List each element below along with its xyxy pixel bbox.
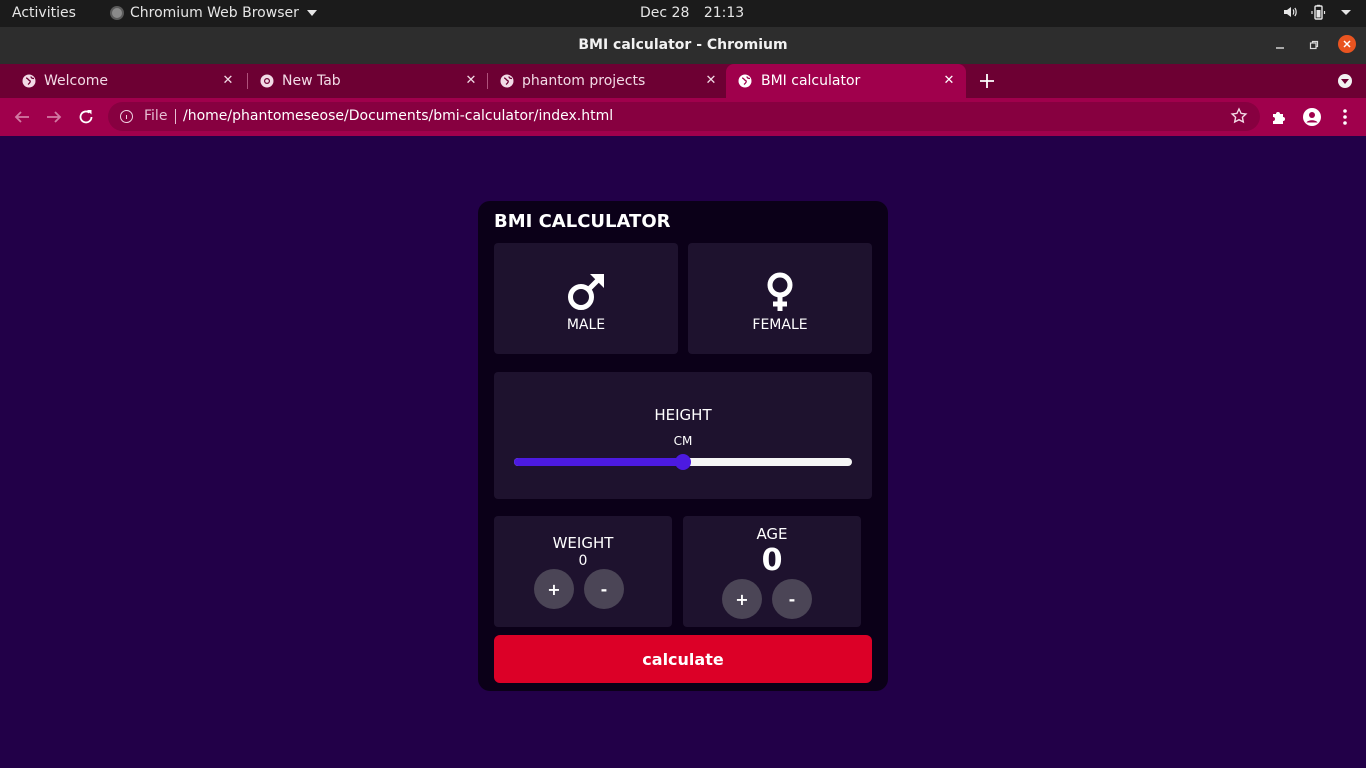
tab-label: BMI calculator (761, 73, 861, 89)
restore-icon (1309, 40, 1319, 50)
tab-welcome[interactable]: Welcome ✕ (0, 64, 245, 98)
back-button[interactable] (11, 106, 33, 128)
omnibox-divider (175, 109, 176, 124)
system-tray[interactable] (1282, 4, 1354, 20)
profile-avatar-icon[interactable] (1302, 107, 1322, 127)
height-unit: CM (673, 434, 693, 448)
app-title: BMI CALCULATOR (494, 211, 671, 232)
system-top-bar: Activities Chromium Web Browser Dec 28 2… (0, 0, 1366, 27)
age-panel: AGE 0 + - (683, 516, 861, 627)
female-symbol-icon (767, 272, 793, 311)
weight-value: 0 (578, 553, 588, 569)
reload-icon (79, 110, 93, 124)
height-panel: HEIGHT CM (494, 372, 872, 499)
bookmark-star-icon[interactable] (1230, 107, 1248, 125)
arrow-left-icon (14, 111, 29, 123)
plus-icon (980, 74, 994, 88)
info-icon[interactable] (120, 110, 133, 123)
age-label: AGE (756, 525, 788, 543)
age-increment-button[interactable]: + (722, 579, 762, 619)
globe-icon (500, 74, 514, 88)
female-label: FEMALE (752, 317, 808, 333)
activities-button[interactable]: Activities (12, 5, 76, 21)
close-icon (1343, 40, 1351, 48)
male-symbol-icon (568, 274, 604, 310)
volume-icon (1284, 7, 1297, 17)
minimize-icon (1276, 47, 1284, 49)
app-menu[interactable]: Chromium Web Browser (110, 5, 317, 21)
male-label: MALE (566, 317, 606, 333)
window-titlebar: BMI calculator - Chromium (0, 27, 1366, 64)
globe-icon (738, 74, 752, 88)
minimize-button[interactable] (1271, 36, 1289, 54)
battery-icon (1311, 4, 1326, 20)
address-bar[interactable]: File /home/phantomeseose/Documents/bmi-c… (108, 102, 1260, 131)
browser-toolbar: File /home/phantomeseose/Documents/bmi-c… (0, 98, 1366, 136)
age-value: 0 (761, 543, 783, 578)
maximize-button[interactable] (1305, 36, 1323, 54)
tab-bmi-calculator[interactable]: BMI calculator ✕ (726, 64, 966, 98)
weight-decrement-button[interactable]: - (584, 569, 624, 609)
weight-label: WEIGHT (552, 534, 614, 552)
clock-time: 21:13 (703, 5, 745, 21)
new-tab-button[interactable] (976, 70, 998, 92)
tab-label: Welcome (44, 73, 109, 89)
tab-close-icon[interactable]: ✕ (219, 71, 237, 89)
chromium-icon (260, 74, 274, 88)
url-scheme-label: File (144, 108, 168, 124)
weight-increment-button[interactable]: + (534, 569, 574, 609)
tab-close-icon[interactable]: ✕ (702, 71, 720, 89)
height-slider-fill (514, 458, 683, 466)
age-decrement-button[interactable]: - (772, 579, 812, 619)
system-menu-caret-icon (1341, 10, 1351, 15)
clock[interactable]: Dec 28 21:13 (640, 5, 744, 21)
url-text[interactable]: /home/phantomeseose/Documents/bmi-calcul… (183, 108, 613, 124)
globe-icon (22, 74, 36, 88)
tab-new-tab[interactable]: New Tab ✕ (238, 64, 488, 98)
kebab-menu-icon[interactable] (1335, 107, 1355, 127)
calculate-button[interactable]: calculate (494, 635, 872, 683)
arrow-right-icon (47, 111, 62, 123)
window-title: BMI calculator - Chromium (578, 37, 788, 53)
page-viewport: BMI CALCULATOR MALE FEMALE HEIGHT CM WEI… (0, 136, 1366, 768)
tab-close-icon[interactable]: ✕ (940, 71, 958, 89)
app-menu-label: Chromium Web Browser (130, 5, 299, 21)
female-option[interactable]: FEMALE (688, 243, 872, 354)
reload-button[interactable] (75, 106, 97, 128)
close-window-button[interactable] (1338, 35, 1356, 53)
forward-button[interactable] (43, 106, 65, 128)
tab-phantom-projects[interactable]: phantom projects ✕ (478, 64, 728, 98)
weight-panel: WEIGHT 0 + - (494, 516, 672, 627)
chromium-icon (110, 6, 124, 20)
tab-strip: Welcome ✕ New Tab ✕ phantom projects ✕ B… (0, 64, 1366, 98)
extensions-puzzle-icon[interactable] (1270, 107, 1290, 127)
tab-label: New Tab (282, 73, 341, 89)
height-slider-thumb[interactable] (675, 454, 691, 470)
clock-date: Dec 28 (640, 5, 690, 21)
caret-down-icon (306, 10, 317, 16)
height-slider[interactable] (514, 454, 852, 470)
tab-search-icon[interactable] (1338, 74, 1352, 88)
height-label: HEIGHT (654, 406, 712, 424)
bmi-calculator-card: BMI CALCULATOR MALE FEMALE HEIGHT CM WEI… (478, 201, 888, 691)
tab-label: phantom projects (522, 73, 646, 89)
male-option[interactable]: MALE (494, 243, 678, 354)
